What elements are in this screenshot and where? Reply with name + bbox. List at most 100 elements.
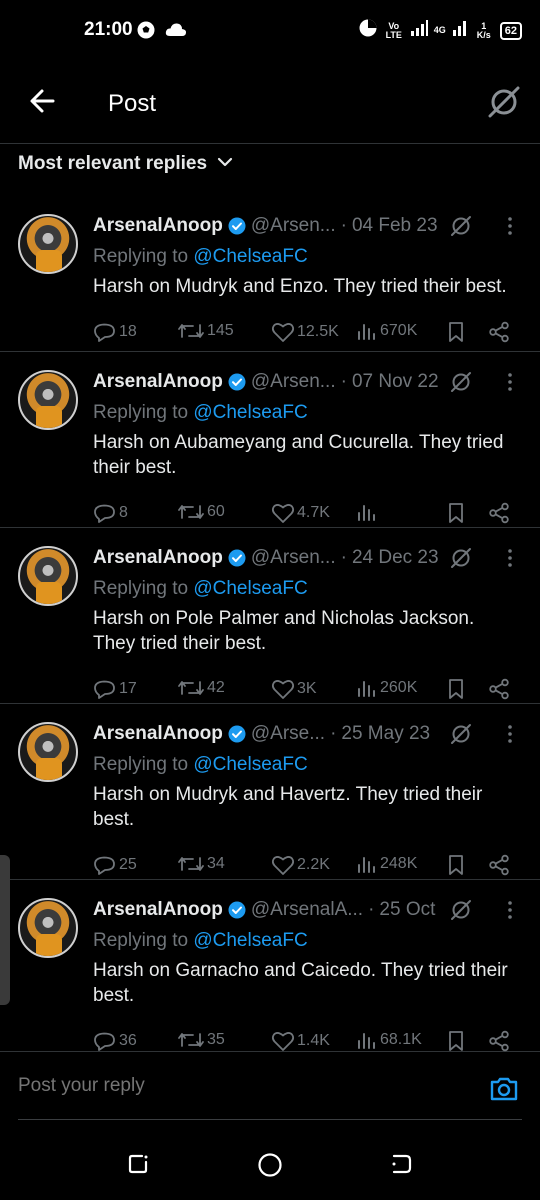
author-handle[interactable]: @Arse... (251, 723, 325, 745)
back-button-icon[interactable] (390, 1152, 414, 1181)
recents-button-icon[interactable] (126, 1152, 150, 1181)
post-date[interactable]: 25 Oct (379, 899, 435, 921)
heart-icon (271, 680, 295, 699)
share-button[interactable] (488, 502, 510, 524)
repost-button[interactable]: 60 (177, 502, 225, 522)
grok-icon[interactable] (449, 370, 473, 394)
avatar[interactable] (18, 370, 78, 430)
bookmark-icon (449, 322, 463, 342)
reply-button[interactable]: 36 (93, 1030, 137, 1052)
repost-button[interactable]: 35 (177, 1030, 225, 1050)
bookmark-button[interactable] (446, 1030, 466, 1052)
post-date[interactable]: 07 Nov 22 (352, 371, 439, 393)
like-count: 12.5K (297, 323, 339, 340)
mention-link[interactable]: @ChelseaFC (193, 402, 307, 423)
share-icon (489, 1030, 509, 1052)
views-button[interactable]: 670K (356, 321, 417, 341)
reply-item[interactable]: ArsenalAnoop @ArsenalA... · 25 Oct Reply… (0, 880, 540, 1052)
views-button[interactable]: 68.1K (356, 1030, 422, 1050)
repost-button[interactable]: 42 (177, 678, 225, 698)
bookmark-button[interactable] (446, 854, 466, 876)
home-button-icon[interactable] (257, 1152, 283, 1183)
like-button[interactable]: 3K (271, 678, 317, 700)
reply-button[interactable]: 18 (93, 321, 137, 343)
grok-icon[interactable] (449, 214, 473, 238)
post-date[interactable]: 24 Dec 23 (352, 547, 439, 569)
reply-input[interactable] (18, 1068, 458, 1104)
views-button[interactable]: 248K (356, 854, 417, 874)
like-count: 3K (297, 680, 317, 697)
grok-icon[interactable] (449, 722, 473, 746)
avatar[interactable] (18, 722, 78, 782)
more-options-icon[interactable] (500, 372, 520, 392)
reply-text: Harsh on Aubameyang and Cucurella. They … (93, 432, 504, 478)
repost-button[interactable]: 145 (177, 321, 234, 341)
back-arrow-icon[interactable] (26, 84, 60, 118)
like-button[interactable]: 1.4K (271, 1030, 330, 1052)
more-options-icon[interactable] (500, 548, 520, 568)
reply-item[interactable]: ArsenalAnoop @Arsen... · 24 Dec 23 Reply… (0, 528, 540, 704)
more-options-icon[interactable] (500, 724, 520, 744)
share-button[interactable] (488, 678, 510, 700)
replying-to: Replying to @ChelseaFC (93, 752, 520, 778)
camera-icon[interactable] (489, 1076, 519, 1107)
author-name[interactable]: ArsenalAnoop (93, 723, 223, 745)
bookmark-icon (449, 855, 463, 875)
author-handle[interactable]: @ArsenalA... (251, 899, 363, 921)
author-handle[interactable]: @Arsen... (251, 215, 336, 237)
bookmark-button[interactable] (446, 678, 466, 700)
repost-icon (178, 324, 204, 338)
share-button[interactable] (488, 854, 510, 876)
bookmark-icon (449, 503, 463, 523)
avatar[interactable] (18, 214, 78, 274)
mention-link[interactable]: @ChelseaFC (193, 930, 307, 951)
author-name[interactable]: ArsenalAnoop (93, 371, 223, 393)
more-options-icon[interactable] (500, 216, 520, 236)
avatar[interactable] (18, 898, 78, 958)
reply-button[interactable]: 17 (93, 678, 137, 700)
separator-dot: · (330, 723, 337, 744)
mention-link[interactable]: @ChelseaFC (193, 578, 307, 599)
edge-handle[interactable] (0, 855, 10, 1005)
grok-icon[interactable] (486, 84, 522, 120)
replies-list: ArsenalAnoop @Arsen... · 04 Feb 23 Reply… (0, 196, 540, 1052)
post-date[interactable]: 25 May 23 (341, 723, 430, 745)
share-button[interactable] (488, 321, 510, 343)
author-name[interactable]: ArsenalAnoop (93, 215, 223, 237)
reply-sort-dropdown[interactable]: Most relevant replies (18, 153, 233, 175)
verified-badge-icon (228, 725, 246, 743)
views-button[interactable]: 260K (356, 678, 417, 698)
reply-item[interactable]: ArsenalAnoop @Arsen... · 07 Nov 22 Reply… (0, 352, 540, 528)
author-name[interactable]: ArsenalAnoop (93, 899, 223, 921)
reply-icon (94, 856, 115, 875)
replying-prefix: Replying to (93, 402, 194, 423)
mention-link[interactable]: @ChelseaFC (193, 246, 307, 267)
view-count: 248K (380, 855, 418, 872)
reply-button[interactable]: 25 (93, 854, 137, 876)
like-button[interactable]: 4.7K (271, 502, 330, 524)
grok-icon[interactable] (449, 898, 473, 922)
grok-icon[interactable] (449, 546, 473, 570)
sort-label: Most relevant replies (18, 153, 208, 174)
repost-button[interactable]: 34 (177, 854, 225, 874)
reply-item[interactable]: ArsenalAnoop @Arsen... · 04 Feb 23 Reply… (0, 196, 540, 352)
bookmark-button[interactable] (446, 321, 466, 343)
like-button[interactable]: 2.2K (271, 854, 330, 876)
author-name[interactable]: ArsenalAnoop (93, 547, 223, 569)
avatar[interactable] (18, 546, 78, 606)
reply-item[interactable]: ArsenalAnoop @Arse... · 25 May 23 Replyi… (0, 704, 540, 880)
reply-button[interactable]: 8 (93, 502, 128, 524)
bookmark-button[interactable] (446, 502, 466, 524)
author-handle[interactable]: @Arsen... (251, 547, 336, 569)
views-chart-icon (358, 857, 375, 873)
like-button[interactable]: 12.5K (271, 321, 339, 343)
reply-count: 18 (119, 323, 137, 340)
author-handle[interactable]: @Arsen... (251, 371, 336, 393)
repost-count: 60 (207, 503, 225, 520)
mention-link[interactable]: @ChelseaFC (193, 754, 307, 775)
post-date[interactable]: 04 Feb 23 (352, 215, 438, 237)
more-options-icon[interactable] (500, 900, 520, 920)
views-button[interactable] (356, 502, 380, 522)
share-button[interactable] (488, 1030, 510, 1052)
heart-icon (271, 1032, 295, 1051)
